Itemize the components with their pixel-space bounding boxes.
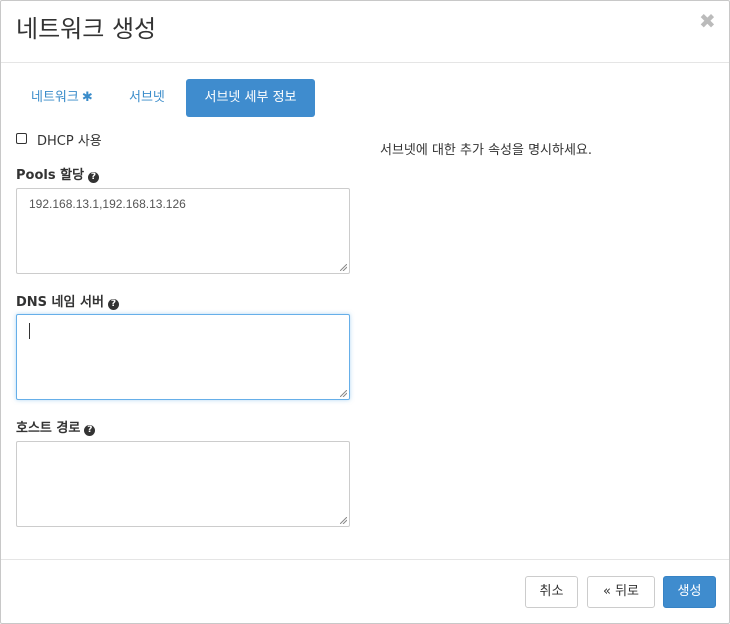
back-button[interactable]: « 뒤로 — [587, 576, 655, 608]
tab-subnet-label: 서브넷 — [129, 90, 165, 105]
help-icon[interactable]: ? — [107, 299, 119, 310]
required-icon: ✱ — [81, 90, 93, 105]
wizard-tabs: 네트워크 ✱ 서브넷 서브넷 세부 정보 — [16, 79, 716, 117]
host-routes-label: 호스트 경로? — [16, 417, 96, 436]
pools-textarea[interactable]: 192.168.13.1,192.168.13.126 — [16, 188, 350, 274]
tab-network[interactable]: 네트워크 ✱ — [16, 79, 108, 117]
resize-grip-icon[interactable] — [340, 264, 347, 271]
dns-label: DNS 네임 서버? — [16, 291, 119, 310]
cancel-button[interactable]: 취소 — [525, 576, 578, 608]
modal-header: 네트워크 생성 ✖ — [1, 1, 729, 63]
dhcp-label: DHCP 사용 — [37, 134, 102, 149]
pools-label-text: Pools 할당 — [16, 168, 85, 183]
help-description: 서브넷에 대한 추가 속성을 명시하세요. — [380, 143, 593, 158]
host-routes-label-text: 호스트 경로 — [16, 421, 81, 436]
help-icon[interactable]: ? — [88, 172, 100, 183]
tab-subnet[interactable]: 서브넷 — [114, 79, 180, 117]
create-network-modal: 네트워크 생성 ✖ 네트워크 ✱ 서브넷 서브넷 세부 정보 DHCP 사용 Po… — [0, 0, 730, 624]
tab-subnet-details-label: 서브넷 세부 정보 — [204, 90, 297, 105]
create-button[interactable]: 생성 — [663, 576, 716, 608]
host-routes-textarea[interactable] — [16, 441, 350, 527]
resize-grip-icon[interactable] — [340, 390, 347, 397]
text-caret — [29, 323, 30, 339]
resize-grip-icon[interactable] — [340, 517, 347, 524]
tab-subnet-details[interactable]: 서브넷 세부 정보 — [186, 79, 315, 117]
pools-label: Pools 할당? — [16, 164, 100, 183]
help-icon[interactable]: ? — [84, 425, 96, 436]
pools-value: 192.168.13.1,192.168.13.126 — [29, 197, 186, 211]
tab-network-label: 네트워크 — [31, 90, 79, 105]
modal-title: 네트워크 생성 — [16, 15, 157, 43]
close-icon[interactable]: ✖ — [699, 11, 716, 31]
dns-textarea[interactable] — [16, 314, 350, 400]
dns-label-text: DNS 네임 서버 — [16, 295, 104, 310]
dhcp-checkbox[interactable] — [16, 133, 27, 144]
